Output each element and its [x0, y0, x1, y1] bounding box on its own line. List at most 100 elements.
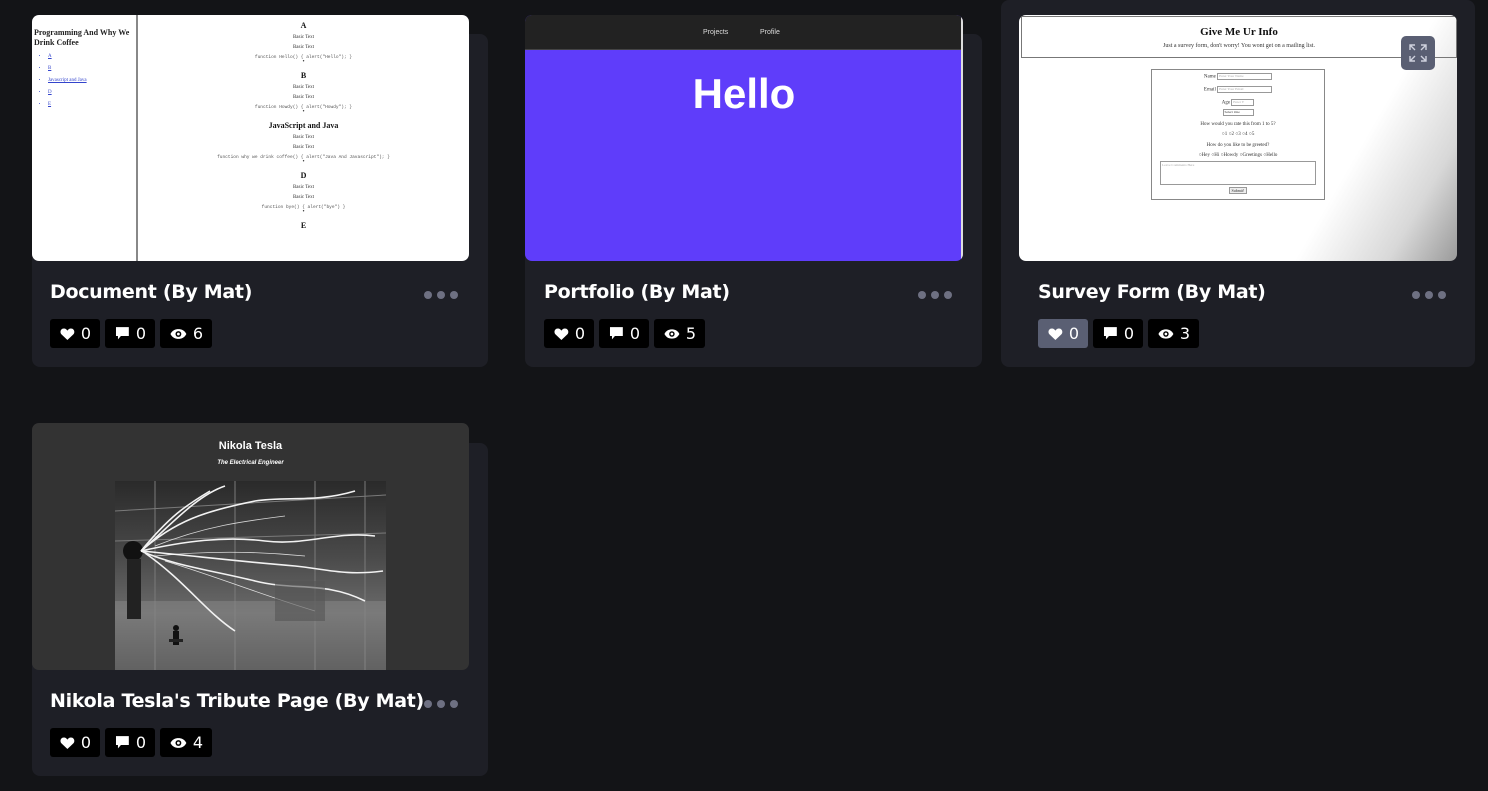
doc-sidebar-title: Programming And Why We Drink Coffee [34, 28, 130, 47]
pen-preview-tesla[interactable]: Nikola Tesla The Electrical Engineer [32, 423, 469, 670]
greet-option: Greetings [1242, 153, 1262, 158]
pen-preview-portfolio[interactable]: Projects Profile Hello [525, 15, 963, 261]
like-button[interactable]: 0 [544, 319, 594, 348]
rate-options: ○1 ○2 ○3 ○4 ○5 [1221, 132, 1255, 137]
pen-title[interactable]: Nikola Tesla's Tribute Page (By Mat) [50, 690, 424, 712]
rate-option: 4 [1245, 132, 1248, 137]
doc-text: Basic Text [292, 185, 315, 190]
more-dots-icon[interactable] [424, 697, 458, 711]
doc-bullet: • [302, 59, 305, 65]
view-count: 6 [192, 324, 203, 343]
doc-bullet: • [302, 159, 305, 165]
pen-stats: 0 0 3 [1038, 319, 1199, 348]
expand-button[interactable] [1401, 36, 1435, 70]
views-button[interactable]: 5 [654, 319, 705, 348]
comment-button[interactable]: 0 [1093, 319, 1143, 348]
comment-count: 0 [135, 733, 146, 752]
rate-option: 2 [1231, 132, 1234, 137]
comment-button[interactable]: 0 [599, 319, 649, 348]
comment-icon [609, 327, 623, 340]
tesla-photo-art [115, 481, 386, 670]
eye-icon [1158, 328, 1174, 339]
like-count: 0 [1068, 324, 1079, 343]
pen-stats: 0 0 6 [50, 319, 212, 348]
pen-title[interactable]: Portfolio (By Mat) [544, 281, 730, 303]
survey-subheading: Just a survey form, don't worry! You won… [1163, 43, 1315, 49]
rate-option: 5 [1251, 132, 1255, 137]
greet-option: Hey [1201, 153, 1210, 158]
doc-heading: B [300, 71, 307, 80]
doc-heading: D [300, 171, 307, 180]
greet-option: Hello [1266, 153, 1278, 158]
doc-nav-link: E [48, 102, 136, 107]
portfolio-nav-link: Profile [760, 29, 780, 36]
doc-nav-link: A [48, 54, 136, 59]
doc-main: A Basic Text Basic Text function Hello()… [138, 15, 469, 230]
doc-nav-list: A B Javascript and Java D E [32, 54, 136, 107]
pen-preview-document[interactable]: Programming And Why We Drink Coffee A B … [32, 15, 469, 261]
views-button[interactable]: 4 [160, 728, 212, 757]
views-button[interactable]: 6 [160, 319, 212, 348]
pen-title[interactable]: Survey Form (By Mat) [1038, 281, 1266, 303]
name-input: Enter Your Name [1217, 73, 1273, 80]
like-button[interactable]: 0 [50, 728, 100, 757]
view-count: 5 [685, 324, 696, 343]
more-dots-icon[interactable] [918, 288, 952, 302]
views-button[interactable]: 3 [1148, 319, 1199, 348]
greet-option: Hi [1214, 153, 1220, 158]
doc-nav-link: Javascript and Java [48, 78, 136, 83]
doc-text: Basic Text [292, 35, 315, 40]
doc-nav-link: D [48, 90, 136, 95]
view-count: 4 [192, 733, 203, 752]
tesla-subheading: The Electrical Engineer [217, 460, 284, 466]
heart-icon [60, 736, 75, 749]
more-dots-icon[interactable] [424, 288, 458, 302]
pen-stats: 0 0 4 [50, 728, 212, 757]
survey-form: Name Enter Your Name Email Enter Your Em… [1151, 69, 1325, 200]
age-label: Age [1221, 100, 1231, 106]
doc-text: Basic Text [292, 45, 315, 50]
view-count: 3 [1179, 324, 1190, 343]
submit-button: Submit! [1228, 187, 1248, 194]
portfolio-nav-link: Projects [703, 29, 729, 36]
comment-button[interactable]: 0 [105, 728, 155, 757]
eye-icon [170, 737, 187, 748]
doc-text: Basic Text [292, 85, 315, 90]
survey-header: Give Me Ur Info Just a survey form, don'… [1021, 16, 1457, 58]
like-count: 0 [574, 324, 585, 343]
name-label: Name [1203, 74, 1216, 80]
survey-heading: Give Me Ur Info [1200, 26, 1278, 38]
like-button[interactable]: 0 [1038, 319, 1088, 348]
comment-textarea: Leave Comments Here [1160, 161, 1316, 185]
greet-question: How do you like to be greeted? [1206, 143, 1270, 148]
age-input: Enter Y [1231, 99, 1255, 106]
tesla-photo [115, 481, 386, 670]
greet-option: Howdy [1223, 153, 1239, 158]
comment-button[interactable]: 0 [105, 319, 155, 348]
doc-text: Basic Text [292, 135, 315, 140]
doc-heading: JavaScript and Java [268, 121, 339, 130]
rate-option: 3 [1238, 132, 1241, 137]
portfolio-navbar: Projects Profile [525, 15, 963, 50]
email-label: Email [1203, 87, 1216, 93]
like-button[interactable]: 0 [50, 319, 100, 348]
pen-preview-survey[interactable]: Give Me Ur Info Just a survey form, don'… [1019, 15, 1457, 261]
more-dots-icon[interactable] [1412, 288, 1446, 302]
eye-icon [170, 328, 187, 339]
tesla-heading: Nikola Tesla [218, 440, 283, 452]
greet-options: ○Hey ○Hi ○Howdy ○Greetings ○Hello [1198, 153, 1278, 158]
doc-heading: A [300, 21, 307, 30]
comment-count: 0 [1123, 324, 1134, 343]
expand-icon [1409, 44, 1427, 62]
heart-icon [60, 327, 75, 340]
doc-nav-link: B [48, 66, 136, 71]
comment-count: 0 [629, 324, 640, 343]
doc-sidebar: Programming And Why We Drink Coffee A B … [32, 15, 138, 261]
heart-icon [1048, 327, 1063, 340]
eye-icon [664, 328, 680, 339]
pen-stats: 0 0 5 [544, 319, 705, 348]
comment-count: 0 [135, 324, 146, 343]
doc-bullet: • [302, 109, 305, 115]
portfolio-hero-text: Hello [692, 70, 796, 117]
pen-title[interactable]: Document (By Mat) [50, 281, 252, 303]
